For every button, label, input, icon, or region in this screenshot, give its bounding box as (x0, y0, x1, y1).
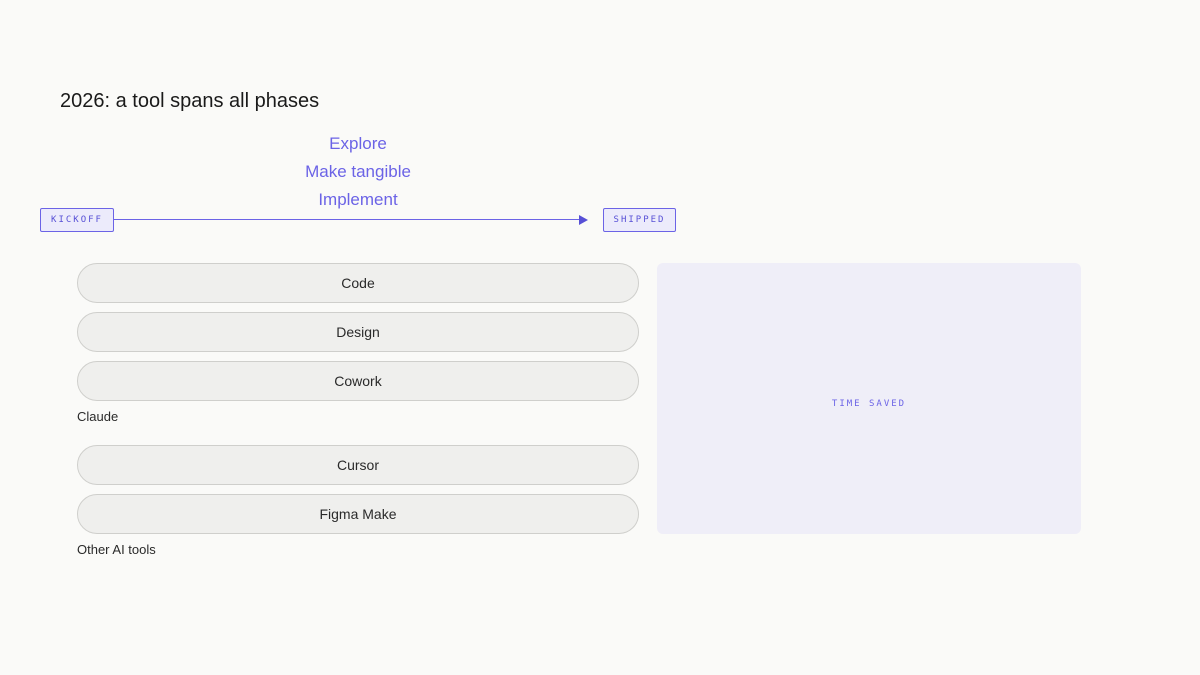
kickoff-marker: KICKOFF (40, 208, 114, 232)
shipped-marker: SHIPPED (603, 208, 676, 232)
phase-label-make-tangible: Make tangible (305, 162, 411, 181)
time-saved-panel: TIME SAVED (657, 263, 1081, 534)
tool-pill-design: Design (77, 312, 639, 352)
tool-pill-code: Code (77, 263, 639, 303)
tool-pill-cowork: Cowork (77, 361, 639, 401)
timeline-arrowhead-icon (579, 215, 588, 225)
group-label-other-ai-tools: Other AI tools (77, 542, 156, 557)
timeline-line (114, 219, 580, 220)
phase-label-implement: Implement (318, 190, 398, 209)
time-saved-label: TIME SAVED (831, 398, 907, 409)
tool-pill-cursor: Cursor (77, 445, 639, 485)
group-label-claude: Claude (77, 409, 119, 424)
tool-pill-figma-make: Figma Make (77, 494, 639, 534)
slide-title: 2026: a tool spans all phases (60, 90, 320, 112)
phase-label-explore: Explore (329, 134, 387, 153)
